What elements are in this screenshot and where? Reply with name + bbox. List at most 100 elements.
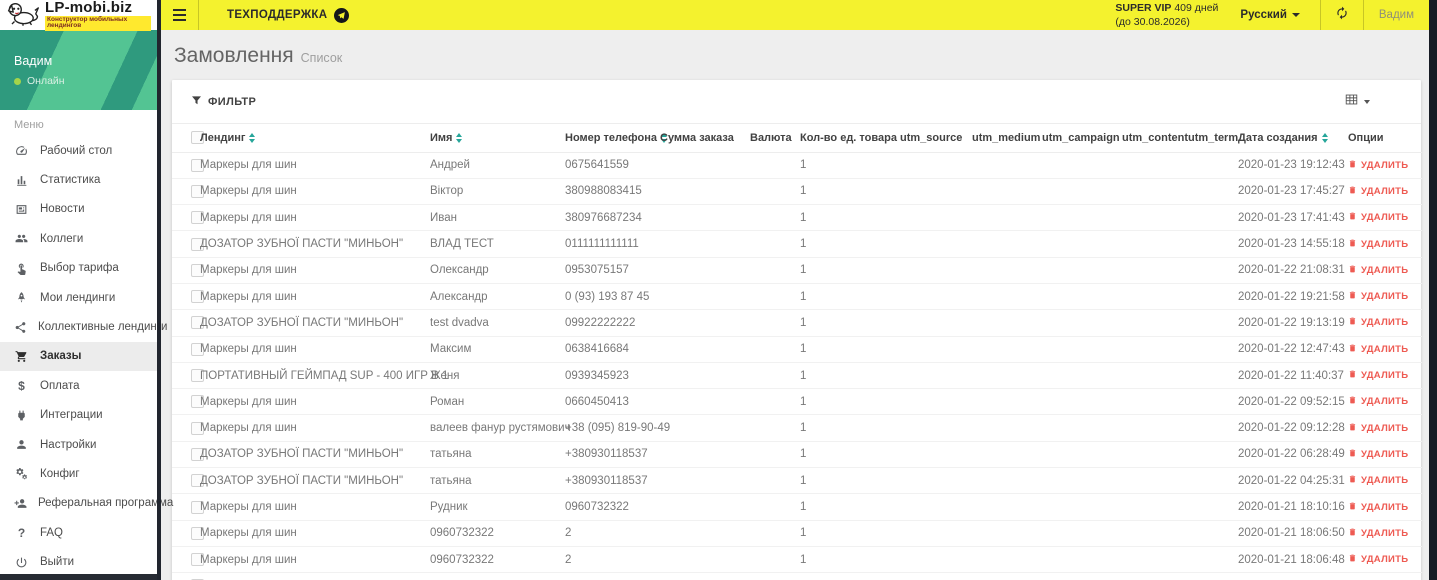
cell-phone: +380930118537 — [563, 467, 658, 495]
delete-label: УДАЛИТЬ — [1361, 527, 1409, 539]
sidebar-item-referral[interactable]: Реферальная программа — [0, 489, 173, 518]
cell-landing: Маркеры для шин — [198, 388, 428, 416]
page-head: Замовлення Список — [174, 44, 1421, 68]
sidebar-item-config[interactable]: Конфиг — [0, 459, 157, 488]
cell-sum — [658, 336, 748, 363]
delete-button[interactable]: УДАЛИТЬ — [1348, 448, 1408, 461]
delete-button[interactable]: УДАЛИТЬ — [1348, 395, 1408, 408]
sidebar-item-collective[interactable]: Коллективные лендинги — [0, 312, 167, 341]
cell-sum — [658, 546, 748, 574]
cell-created: 2020-01-21 18:06:48 — [1236, 546, 1346, 574]
delete-button[interactable]: УДАЛИТЬ — [1348, 159, 1408, 172]
sidebar-item-logout[interactable]: Выйти — [0, 547, 157, 576]
cell-utm_content — [1120, 257, 1186, 284]
column-header-name[interactable]: Имя — [428, 124, 563, 153]
column-header-utm_source: utm_source — [898, 124, 970, 153]
delete-button[interactable]: УДАЛИТЬ — [1348, 316, 1408, 329]
delete-button[interactable]: УДАЛИТЬ — [1348, 369, 1408, 382]
delete-button[interactable]: УДАЛИТЬ — [1348, 343, 1408, 356]
cell-sum — [658, 441, 748, 469]
cell-name: татьяна — [428, 467, 563, 495]
cell-utm_term — [1186, 520, 1236, 547]
sidebar-item-payment[interactable]: $ Оплата — [0, 371, 157, 400]
sidebar-item-colleagues[interactable]: Коллеги — [0, 224, 157, 253]
cell-created: 2020-01-21 18:10:16 — [1236, 493, 1346, 521]
cell-options: УДАЛИТЬ — [1346, 388, 1422, 416]
users-icon — [14, 232, 29, 245]
sidebar-item-landings[interactable]: Мои лендинги — [0, 283, 157, 312]
cell-utm_medium — [970, 520, 1040, 547]
sidebar-item-tariff[interactable]: Выбор тарифа — [0, 254, 157, 283]
cell-utm_content — [1120, 283, 1186, 311]
delete-button[interactable]: УДАЛИТЬ — [1348, 185, 1408, 198]
delete-button[interactable]: УДАЛИТЬ — [1348, 474, 1408, 487]
cell-utm_source — [898, 309, 970, 337]
delete-button[interactable]: УДАЛИТЬ — [1348, 501, 1408, 514]
hamburger-icon[interactable] — [161, 0, 198, 30]
delete-button[interactable]: УДАЛИТЬ — [1348, 553, 1408, 566]
columns-visibility-button[interactable] — [1345, 93, 1402, 111]
language-selector[interactable]: Русский — [1240, 9, 1300, 21]
logo[interactable]: LP-mobi.biz Конструктор мобильных лендин… — [0, 0, 157, 31]
sort-icon — [249, 132, 256, 143]
cell-utm_term — [1186, 493, 1236, 521]
cell-created: 2020-01-23 19:12:43 — [1236, 152, 1346, 179]
delete-label: УДАЛИТЬ — [1361, 238, 1409, 250]
cell-utm_term — [1186, 546, 1236, 574]
column-header-utm_content: utm_content — [1120, 124, 1188, 153]
cell-created: 2020-01-22 11:40:37 — [1236, 362, 1346, 390]
delete-button[interactable]: УДАЛИТЬ — [1348, 211, 1408, 224]
cell-qty: 1 — [798, 152, 898, 179]
sidebar-item-stats[interactable]: Статистика — [0, 165, 157, 194]
cell-utm_campaign — [1040, 283, 1120, 311]
cell-qty: 1 — [798, 441, 898, 469]
cell-utm_term — [1186, 178, 1236, 206]
user-menu[interactable]: Вадим — [1364, 0, 1429, 30]
cell-created: 2020-01-22 12:47:43 — [1236, 336, 1346, 363]
cell-utm_term — [1186, 257, 1236, 284]
column-header-created[interactable]: Дата создания — [1236, 124, 1346, 153]
cell-utm_content — [1120, 546, 1186, 574]
profile-status-label: Онлайн — [27, 75, 65, 87]
delete-button[interactable]: УДАЛИТЬ — [1348, 290, 1408, 303]
filter-button[interactable]: ФИЛЬТР — [191, 93, 256, 111]
delete-label: УДАЛИТЬ — [1361, 264, 1409, 276]
sidebar-item-settings[interactable]: Настройки — [0, 430, 157, 459]
support-button[interactable]: ТЕХПОДДЕРЖКА — [199, 0, 379, 30]
column-header-phone[interactable]: Номер телефона — [563, 124, 667, 153]
cell-utm_term — [1186, 572, 1236, 580]
sidebar-item-orders[interactable]: Заказы — [0, 341, 157, 372]
delete-button[interactable]: УДАЛИТЬ — [1348, 264, 1408, 277]
page-subtitle: Список — [300, 51, 343, 65]
cell-landing: ДОЗАТОР ЗУБНОЇ ПАСТИ "МИНЬОН" — [198, 230, 428, 258]
cell-name: Олександр — [428, 257, 563, 284]
delete-label: УДАЛИТЬ — [1361, 185, 1409, 197]
cell-phone: 0638416684 — [563, 336, 658, 363]
delete-button[interactable]: УДАЛИТЬ — [1348, 422, 1408, 435]
cell-utm_source — [898, 441, 970, 469]
cell-utm_medium — [970, 283, 1040, 311]
cell-utm_content — [1120, 388, 1186, 416]
delete-button[interactable]: УДАЛИТЬ — [1348, 527, 1408, 540]
cell-utm_content — [1120, 204, 1186, 232]
cell-name: Рудник — [428, 493, 563, 521]
sidebar-item-dashboard[interactable]: Рабочий стол — [0, 136, 157, 165]
cell-utm_source — [898, 336, 970, 363]
refresh-button[interactable] — [1321, 0, 1363, 30]
trash-icon — [1348, 448, 1357, 461]
table-row: Маркеры для шин Віктор 380988083415 1 2020-0… — [172, 178, 1422, 206]
table-row: Маркеры для шин Андрей 0675641559 1 2020-01-… — [172, 152, 1422, 179]
column-header-landing[interactable]: Лендинг — [198, 124, 428, 153]
delete-button[interactable]: УДАЛИТЬ — [1348, 238, 1408, 251]
sidebar-item-integrations[interactable]: Интеграции — [0, 401, 157, 430]
cell-landing: Маркеры для шин — [198, 204, 428, 232]
cell-utm_medium — [970, 362, 1040, 390]
sidebar-item-news[interactable]: Новости — [0, 195, 157, 224]
sidebar-item-faq[interactable]: ? FAQ — [0, 518, 157, 547]
cell-phone: 0675641559 — [563, 152, 658, 179]
cell-utm_source — [898, 572, 970, 580]
cell-utm_medium — [970, 493, 1040, 521]
window-scrollbar[interactable] — [1429, 0, 1437, 580]
cell-created: 2020-01-22 04:25:31 — [1236, 467, 1346, 495]
plan-until: (до 30.08.2026) — [1115, 16, 1190, 28]
